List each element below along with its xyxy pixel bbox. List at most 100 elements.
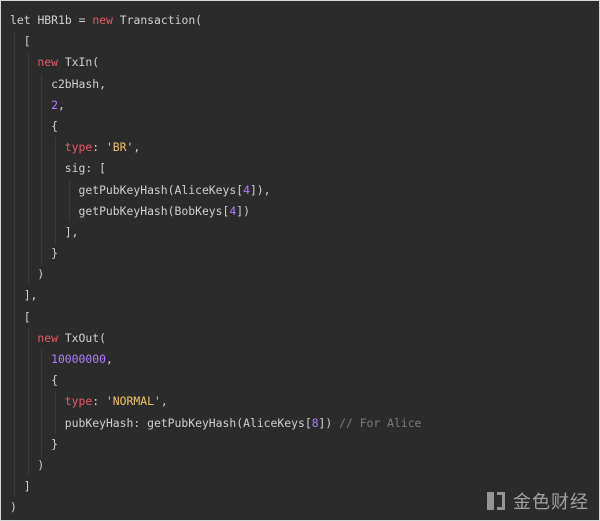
- code-line: type: 'BR',: [10, 137, 421, 159]
- indent-guide: [68, 200, 70, 222]
- code-token: :: [92, 140, 106, 155]
- code-line: getPubKeyHash(AliceKeys[4]),: [10, 179, 421, 201]
- indent-guide: [14, 94, 15, 116]
- code-token: 'NORMAL': [105, 394, 161, 409]
- indent-guide: [14, 179, 15, 201]
- indent-guide: [14, 285, 15, 307]
- code-line-text: getPubKeyHash(AliceKeys[4]),: [10, 183, 271, 197]
- code-token: ,: [160, 394, 168, 409]
- indent-guide: [27, 349, 29, 371]
- code-token: }: [51, 436, 58, 451]
- code-line-text: }: [10, 437, 58, 451]
- indent-guide: [14, 433, 15, 455]
- code-line: ],: [10, 285, 421, 307]
- code-line: c2bHash,: [10, 73, 421, 95]
- code-token: getPubKeyHash(AliceKeys[: [78, 182, 244, 197]
- code-token: type: [64, 394, 93, 409]
- indent-guide: [14, 370, 15, 392]
- code-token: TxIn(: [57, 55, 100, 70]
- code-line: getPubKeyHash(BobKeys[4]): [10, 200, 421, 222]
- code-token: ]): [318, 415, 340, 430]
- indent-guide: [27, 454, 29, 477]
- indent-guide: [41, 221, 43, 244]
- indent-guide: [14, 306, 15, 328]
- indent-guide: [41, 115, 43, 138]
- code-line-text: {: [10, 119, 58, 133]
- indent-guide: [27, 327, 29, 349]
- code-token: 8: [311, 415, 319, 430]
- indent-guide: [41, 94, 43, 116]
- indent-guide: [14, 158, 15, 180]
- code-token: HBR1b: [37, 13, 72, 27]
- indent-guide: [27, 412, 29, 434]
- indent-guide: [27, 179, 29, 201]
- indent-guide: [68, 179, 70, 201]
- jinse-logo-icon: [487, 492, 505, 510]
- indent-guide: [41, 243, 43, 265]
- code-line: ): [10, 454, 421, 477]
- code-line-text: type: 'BR',: [10, 140, 140, 154]
- indent-guide: [27, 391, 29, 413]
- code-line: {: [10, 115, 421, 138]
- code-token: pubKeyHash: getPubKeyHash(AliceKeys[: [64, 415, 312, 430]
- code-line: [: [10, 306, 421, 328]
- indent-guide: [41, 179, 43, 201]
- code-token: ): [37, 457, 45, 472]
- code-token: ,: [105, 352, 113, 366]
- watermark-text: 金色财经: [513, 492, 589, 513]
- indent-guide: [55, 158, 57, 180]
- code-line-text: c2bHash,: [10, 77, 106, 91]
- indent-guide: [55, 221, 57, 244]
- code-token: {: [51, 118, 58, 133]
- indent-guide: [14, 137, 15, 159]
- code-token: // For Alice: [339, 415, 422, 430]
- watermark: 金色财经: [487, 488, 589, 514]
- code-token: Transaction(: [112, 13, 203, 27]
- indent-guide: [41, 73, 43, 95]
- code-line: }: [10, 243, 421, 265]
- code-line: }: [10, 433, 421, 455]
- code-token: [: [23, 309, 31, 324]
- code-line-text: {: [10, 373, 58, 387]
- indent-guide: [41, 349, 43, 371]
- code-token: 2: [51, 97, 58, 112]
- indent-guide: [27, 264, 29, 286]
- indent-guide: [27, 137, 29, 159]
- indent-guide: [14, 264, 15, 286]
- indent-guide: [41, 412, 43, 434]
- code-line: pubKeyHash: getPubKeyHash(AliceKeys[8]) …: [10, 412, 422, 434]
- indent-guide: [41, 158, 43, 180]
- code-token: ,: [57, 97, 65, 112]
- indent-guide: [55, 179, 57, 201]
- indent-guide: [55, 391, 57, 413]
- code-line: ): [10, 264, 421, 286]
- code-line-text: new TxOut(: [10, 331, 106, 345]
- indent-guide: [41, 137, 43, 159]
- indent-guide: [14, 73, 15, 95]
- code-line: 10000000,: [10, 349, 421, 371]
- code-token: new: [37, 55, 58, 70]
- indent-guide: [27, 94, 29, 116]
- indent-guide: [41, 200, 43, 222]
- indent-guide: [14, 476, 15, 498]
- code-content: let HBR1b = new Transaction( [ new TxIn( c2…: [10, 10, 421, 519]
- code-line: type: 'NORMAL',: [10, 391, 421, 413]
- indent-guide: [27, 221, 29, 244]
- code-token: c2bHash,: [51, 76, 106, 91]
- code-token: ,: [133, 140, 141, 155]
- indent-guide: [14, 412, 15, 434]
- indent-guide: [27, 115, 29, 138]
- indent-guide: [41, 370, 43, 392]
- indent-guide: [27, 243, 29, 265]
- indent-guide: [41, 391, 43, 413]
- indent-guide: [55, 412, 57, 434]
- code-line-text: new TxIn(: [10, 55, 99, 69]
- indent-guide: [55, 200, 57, 222]
- code-line-text: let HBR1b = new Transaction(: [10, 13, 202, 27]
- code-token: type: [64, 140, 93, 155]
- code-token: ],: [64, 224, 79, 239]
- indent-guide: [14, 391, 15, 413]
- indent-guide: [14, 243, 15, 265]
- code-token: ): [37, 267, 45, 282]
- code-token: ]),: [249, 182, 271, 197]
